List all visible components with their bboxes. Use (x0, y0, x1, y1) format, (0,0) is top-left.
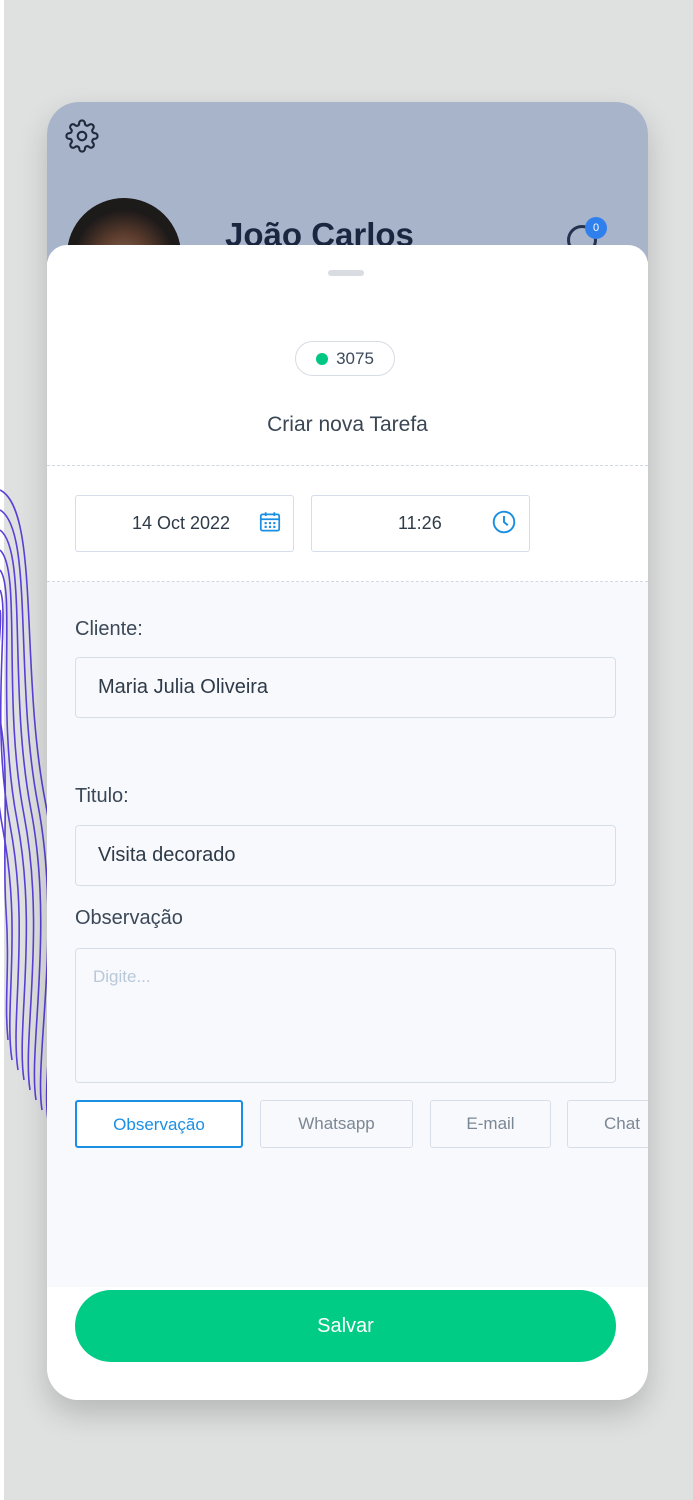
notification-badge: 0 (585, 217, 607, 239)
phone-frame: João Carlos 0 3075 Criar nova Tarefa 14 … (47, 102, 648, 1400)
task-code: 3075 (336, 348, 374, 368)
save-button[interactable]: Salvar (75, 1290, 616, 1362)
sheet-drag-handle[interactable] (328, 270, 364, 276)
task-code-badge: 3075 (295, 341, 395, 376)
clock-icon (492, 510, 516, 534)
date-time-row: 14 Oct 2022 11:26 (47, 466, 648, 581)
date-value: 14 Oct 2022 (132, 513, 231, 533)
sheet-title: Criar nova Tarefa (267, 413, 428, 436)
create-task-sheet: 3075 Criar nova Tarefa 14 Oct 2022 11:26… (47, 245, 648, 1400)
status-dot (316, 352, 329, 365)
channel-tab-observacao[interactable]: Observação (75, 1100, 243, 1148)
time-value: 11:26 (398, 513, 442, 533)
task-form: Cliente: Maria Julia Oliveira Titulo: Vi… (47, 582, 648, 1287)
channel-tab-whatsapp[interactable]: Whatsapp (260, 1100, 413, 1148)
notes-label: Observação (75, 907, 183, 929)
client-label: Cliente: (75, 618, 143, 640)
calendar-icon (259, 512, 281, 532)
gear-icon[interactable] (65, 119, 99, 153)
channel-tab-email[interactable]: E-mail (430, 1100, 551, 1148)
channel-tab-chat[interactable]: Chat (567, 1100, 648, 1148)
client-field[interactable]: Maria Julia Oliveira (75, 657, 616, 718)
time-picker[interactable]: 11:26 (311, 495, 530, 552)
date-picker[interactable]: 14 Oct 2022 (75, 495, 294, 552)
title-field[interactable]: Visita decorado (75, 825, 616, 886)
profile-header: João Carlos 0 (47, 102, 648, 312)
title-label: Titulo: (75, 785, 129, 807)
notes-textarea[interactable]: Digite... (75, 948, 616, 1083)
